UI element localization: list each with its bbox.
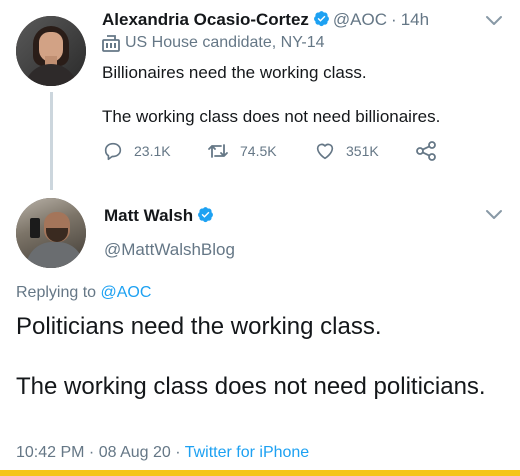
like-count: 351K xyxy=(346,143,379,159)
retweet-count: 74.5K xyxy=(240,143,277,159)
share-icon xyxy=(416,141,436,161)
government-building-icon xyxy=(102,35,120,52)
verified-badge-icon xyxy=(197,206,214,228)
tweet1-actions: 23.1K 74.5K 351K xyxy=(102,140,448,162)
chevron-down-icon[interactable] xyxy=(484,14,504,28)
tweet2-handle[interactable]: @MattWalshBlog xyxy=(104,240,235,260)
tweet2-meta: 10:42 PM · 08 Aug 20 · Twitter for iPhon… xyxy=(16,444,309,462)
candidate-label: US House candidate, NY-14 xyxy=(102,34,325,52)
tweet2-text-line2: The working class does not need politici… xyxy=(16,373,486,400)
tweet1-author-name[interactable]: Alexandria Ocasio-Cortez xyxy=(102,10,309,29)
tweet2-text-line1: Politicians need the working class. xyxy=(16,313,382,340)
replying-to: Replying to @AOC xyxy=(16,284,151,302)
chevron-down-icon[interactable] xyxy=(484,208,504,222)
share-button[interactable] xyxy=(414,140,448,162)
like-button[interactable]: 351K xyxy=(314,140,414,162)
bottom-bar xyxy=(0,470,520,476)
tweet1-handle[interactable]: @AOC xyxy=(333,10,387,29)
tweet1-text-line2: The working class does not need billiona… xyxy=(102,107,441,126)
tweet1-time[interactable]: 14h xyxy=(401,10,429,29)
tweet2-timestamp[interactable]: 10:42 PM · 08 Aug 20 · xyxy=(16,444,181,461)
tweet1-separator: · xyxy=(391,10,397,29)
reply-count: 23.1K xyxy=(134,143,171,159)
tweet2-header: Matt Walsh xyxy=(104,206,217,228)
verified-badge-icon xyxy=(313,10,330,32)
tweet2-source[interactable]: Twitter for iPhone xyxy=(185,444,310,461)
thread-line xyxy=(50,92,53,190)
tweet1-header: Alexandria Ocasio-Cortez @AOC · 14h xyxy=(102,10,429,32)
original-tweet[interactable]: Alexandria Ocasio-Cortez @AOC · 14h US Hous… xyxy=(0,0,520,190)
heart-icon xyxy=(316,143,334,160)
reply-button[interactable]: 23.1K xyxy=(102,140,206,162)
aoc-avatar[interactable] xyxy=(16,16,86,86)
tweet1-text: Billionaires need the working class. The… xyxy=(102,62,502,128)
reply-icon xyxy=(104,142,122,161)
retweet-button[interactable]: 74.5K xyxy=(206,140,314,162)
tweet1-text-line1: Billionaires need the working class. xyxy=(102,63,367,82)
matt-walsh-avatar[interactable] xyxy=(16,198,86,268)
replying-to-prefix: Replying to xyxy=(16,284,97,301)
retweet-icon xyxy=(208,144,228,158)
replying-to-mention[interactable]: @AOC xyxy=(101,284,152,301)
tweet2-author-name[interactable]: Matt Walsh xyxy=(104,206,193,225)
tweet2-text: Politicians need the working class. The … xyxy=(16,312,506,402)
candidate-label-text: US House candidate, NY-14 xyxy=(125,34,325,51)
